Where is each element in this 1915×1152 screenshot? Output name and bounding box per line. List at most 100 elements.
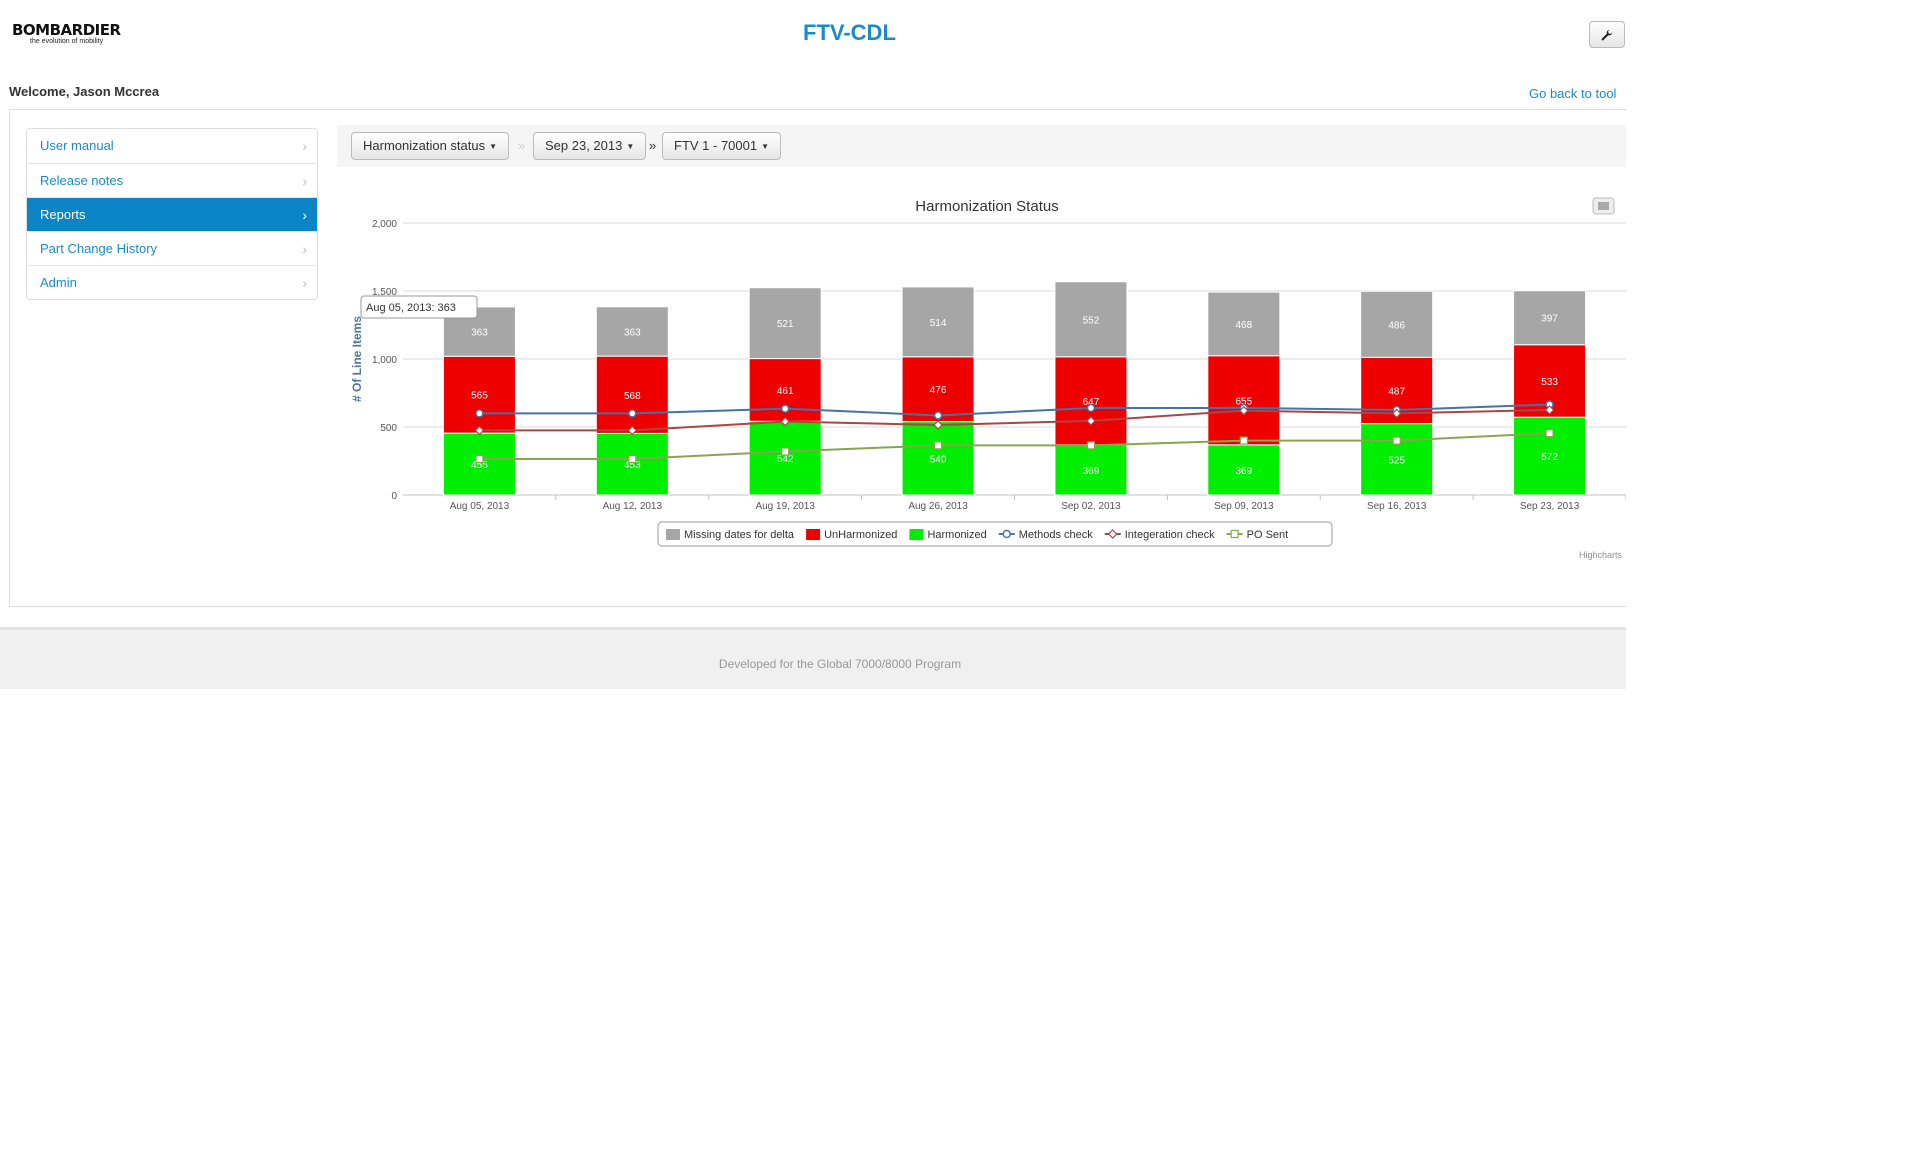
- harmonization-chart: Harmonization Status 0 500 1,000 1,500 2,000 #…: [337, 185, 1627, 565]
- line-point: [933, 411, 943, 420]
- vehicle-value: FTV 1 - 70001: [674, 138, 758, 153]
- chevron-right-icon: ›: [302, 173, 307, 189]
- y-tick-label: 2,000: [372, 219, 397, 230]
- bar-data-label: 363: [624, 327, 641, 338]
- sidebar-item-label: Release notes: [40, 173, 124, 188]
- legend-label: Methods check: [1019, 529, 1093, 541]
- sidebar-item-user-manual[interactable]: User manual ›: [27, 129, 317, 163]
- bar-data-label: 540: [930, 454, 947, 465]
- caret-down-icon: ▼: [489, 141, 498, 151]
- bar-data-label: 487: [1388, 386, 1405, 397]
- line-point: [780, 404, 790, 413]
- bar-data-label: 397: [1541, 314, 1558, 325]
- x-tick-label: Sep 02, 2013: [1061, 501, 1121, 512]
- line-point: [1086, 403, 1096, 413]
- print-icon-glyph: [1598, 202, 1609, 210]
- line-point: [1086, 441, 1096, 450]
- bar-data-label: 468: [1235, 320, 1252, 331]
- chevron-right-icon: ›: [302, 275, 307, 291]
- sidebar-nav: User manual › Release notes › Reports › …: [26, 128, 318, 300]
- legend-swatch: [909, 529, 924, 540]
- bar-data-label: 525: [1388, 455, 1405, 466]
- legend-label: Missing dates for delta: [684, 529, 795, 541]
- breadcrumb-separator: »: [649, 138, 657, 153]
- bar-data-label: 542: [777, 454, 794, 465]
- bar-data-label: 572: [1541, 452, 1558, 463]
- line-point: [475, 409, 484, 418]
- date-dropdown[interactable]: Sep 23, 2013 ▼: [533, 132, 647, 160]
- sidebar-item-part-change-history[interactable]: Part Change History ›: [27, 231, 317, 265]
- caret-down-icon: ▼: [626, 141, 635, 151]
- bar-data-label: 521: [777, 319, 794, 330]
- bar-data-label: 565: [471, 391, 488, 402]
- sidebar-item-label: Reports: [40, 207, 86, 222]
- x-tick-label: Aug 19, 2013: [755, 501, 815, 512]
- x-tick-label: Sep 09, 2013: [1214, 501, 1274, 512]
- y-axis-label: # Of Line Items: [350, 316, 364, 402]
- breadcrumb-separator: »: [518, 138, 526, 153]
- legend-label: Harmonized: [927, 529, 986, 541]
- caret-down-icon: ▼: [761, 141, 770, 151]
- sidebar-item-label: Admin: [40, 275, 77, 290]
- bar-data-label: 363: [471, 328, 488, 339]
- legend-swatch: [666, 529, 680, 540]
- legend-swatch: [806, 529, 821, 540]
- bar-data-label: 476: [930, 385, 947, 396]
- sidebar-item-reports[interactable]: Reports ›: [27, 197, 317, 231]
- y-tick-label: 1,000: [372, 355, 397, 366]
- line-point: [628, 454, 637, 464]
- legend-label: Integeration check: [1125, 529, 1215, 541]
- x-tick-label: Sep 23, 2013: [1520, 501, 1580, 512]
- x-tick-label: Aug 05, 2013: [450, 501, 510, 512]
- x-tick-label: Aug 26, 2013: [908, 501, 968, 512]
- legend-label: UnHarmonized: [824, 529, 897, 541]
- line-point: [1545, 429, 1554, 438]
- legend-marker: [1002, 529, 1011, 539]
- date-value: Sep 23, 2013: [545, 138, 623, 153]
- legend-label: PO Sent: [1247, 529, 1289, 541]
- bar-data-label: 552: [1083, 315, 1100, 326]
- report-type-value: Harmonization status: [363, 138, 486, 153]
- bar-data-label: 533: [1541, 377, 1558, 388]
- go-back-link[interactable]: Go back to tool: [1529, 86, 1616, 101]
- wrench-icon: [1601, 30, 1613, 41]
- footer-text: Developed for the Global 7000/8000 Progr…: [718, 657, 962, 671]
- sidebar-item-release-notes[interactable]: Release notes ›: [27, 163, 317, 197]
- filter-breadcrumb: Harmonization status ▼ » Sep 23, 2013 ▼ » …: [337, 125, 1626, 167]
- line-point: [933, 441, 943, 450]
- y-tick-label: 500: [380, 423, 397, 434]
- bar-data-label: 486: [1388, 320, 1405, 331]
- bar-data-label: 461: [777, 386, 794, 397]
- y-tick-label: 0: [391, 491, 397, 502]
- settings-tool-button[interactable]: [1589, 21, 1625, 48]
- chevron-right-icon: ›: [302, 241, 307, 257]
- chart-tooltip-text: Aug 05, 2013: 363: [366, 302, 456, 314]
- line-point: [1392, 436, 1401, 445]
- line-point: [475, 454, 484, 464]
- bar-data-label: 369: [1235, 466, 1252, 477]
- x-tick-label: Sep 16, 2013: [1367, 501, 1427, 512]
- bombardier-logo[interactable]: BOMBARDIER the evolution of mobility: [12, 22, 121, 46]
- highcharts-credits: Highcharts: [1579, 550, 1623, 560]
- sidebar-item-admin[interactable]: Admin ›: [27, 265, 317, 299]
- report-type-dropdown[interactable]: Harmonization status ▼: [351, 132, 510, 160]
- logo-tagline: the evolution of mobility: [30, 38, 104, 45]
- line-point: [1239, 436, 1248, 445]
- chevron-right-icon: ›: [302, 207, 307, 223]
- x-tick-label: Aug 12, 2013: [603, 501, 663, 512]
- bar-data-label: 514: [930, 318, 947, 329]
- header: BOMBARDIER the evolution of mobility FTV…: [0, 0, 1626, 80]
- line-point: [781, 447, 790, 456]
- welcome-message: Welcome, Jason Mccrea: [9, 84, 160, 99]
- footer: Developed for the Global 7000/8000 Progr…: [0, 627, 1626, 689]
- legend-marker: [1230, 529, 1239, 539]
- logo-text: BOMBARDIER: [12, 21, 121, 39]
- chart-svg: Harmonization Status05001,0001,5002,000#…: [350, 197, 1627, 560]
- sidebar-item-label: Part Change History: [40, 241, 158, 256]
- chevron-right-icon: ›: [302, 138, 307, 154]
- app-title: FTV-CDL: [803, 20, 896, 45]
- vehicle-dropdown[interactable]: FTV 1 - 70001 ▼: [662, 132, 782, 160]
- bar-data-label: 369: [1083, 466, 1100, 477]
- bar-data-label: 568: [624, 391, 641, 402]
- chart-title: Harmonization Status: [915, 198, 1058, 215]
